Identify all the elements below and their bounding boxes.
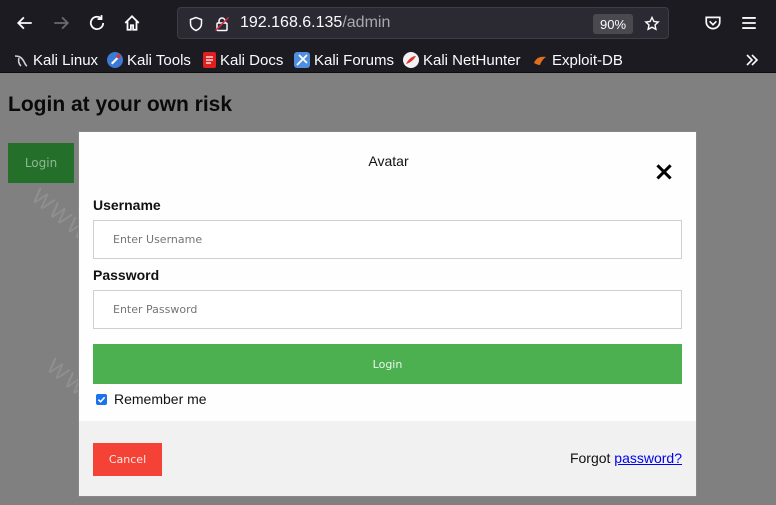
bookmark-label: Kali NetHunter [423,51,521,69]
kali-tools-icon [107,52,123,68]
close-modal-button[interactable]: × [653,157,675,187]
url-host: 192.168.6.135 [240,14,343,31]
cancel-button[interactable]: Cancel [93,443,162,476]
bookmark-kali-linux[interactable]: Kali Linux [13,50,98,70]
bookmark-label: Exploit-DB [552,51,623,69]
bookmarks-overflow-button[interactable] [744,50,760,70]
password-label: Password [93,267,160,283]
open-login-button[interactable]: Login [8,143,74,183]
pocket-button[interactable] [698,8,728,38]
bookmark-kali-nethunter[interactable]: Kali NetHunter [403,50,521,70]
remember-me-option[interactable]: Remember me [96,391,207,407]
url-path: /admin [342,14,391,31]
bookmark-label: Kali Tools [127,51,191,69]
close-icon: × [653,157,675,187]
bookmark-kali-tools[interactable]: Kali Tools [107,50,191,70]
arrow-left-icon [16,16,32,30]
checkmark-icon [97,396,106,403]
shield-icon[interactable] [187,15,205,33]
kali-forums-icon [294,52,310,68]
bookmarks-toolbar: Kali Linux Kali Tools Kali Docs Kali For… [0,46,776,73]
bookmark-kali-forums[interactable]: Kali Forums [294,50,394,70]
bookmark-label: Kali Linux [33,51,99,69]
pocket-icon [705,16,721,30]
forward-button[interactable] [46,8,76,38]
hamburger-menu-icon [742,17,756,29]
remember-me-checkbox[interactable] [96,393,107,405]
nethunter-icon [403,52,419,68]
bookmark-kali-docs[interactable]: Kali Docs [203,50,283,70]
back-button[interactable] [10,8,40,38]
reload-icon [89,15,105,31]
username-label: Username [93,197,161,213]
browser-toolbar: 192.168.6.135/admin 90% [0,0,776,46]
bookmark-exploit-db[interactable]: Exploit-DB [532,50,623,70]
exploit-db-icon [532,52,548,68]
url-text[interactable]: 192.168.6.135/admin [240,14,390,32]
forgot-password-link[interactable]: password? [614,450,682,466]
page-title: Login at your own risk [8,93,233,116]
app-menu-button[interactable] [734,8,764,38]
username-input[interactable] [93,220,682,259]
zoom-level-badge[interactable]: 90% [593,14,633,34]
home-button[interactable] [117,8,147,38]
modal-footer: Cancel Forgot password? [79,421,696,496]
arrow-right-icon [54,16,70,30]
forgot-password-text: Forgot password? [570,450,682,466]
url-bar[interactable]: 192.168.6.135/admin 90% [177,7,669,39]
remember-me-label: Remember me [114,391,207,407]
login-submit-button[interactable]: Login [93,344,682,384]
login-modal: Avatar × Username Password Login Remembe… [78,131,697,497]
bookmark-label: Kali Docs [220,51,284,69]
home-icon [124,14,140,31]
reload-button[interactable] [82,8,112,38]
insecure-lock-icon[interactable] [213,15,231,33]
password-input[interactable] [93,290,682,329]
modal-caption: Avatar [368,153,409,169]
kali-docs-icon [203,52,216,68]
page-content: Login at your own risk Login WWW.2BA.CC … [0,74,776,505]
forgot-text: Forgot [569,450,611,466]
kali-dragon-icon [13,52,29,68]
star-icon[interactable] [643,15,661,33]
bookmark-label: Kali Forums [314,51,395,69]
double-chevron-icon [746,54,759,66]
